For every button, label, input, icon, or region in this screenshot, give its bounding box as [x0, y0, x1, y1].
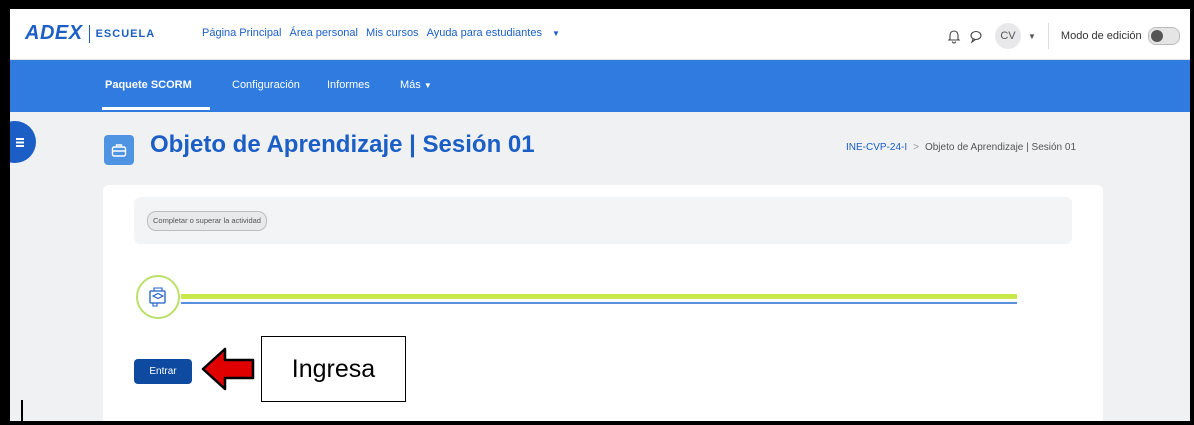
enter-button[interactable]: Entrar — [134, 359, 192, 384]
chevron-down-icon: ▼ — [423, 81, 432, 90]
scorm-package-icon — [136, 275, 180, 319]
top-navbar: ADEX ESCUELA Página Principal Área perso… — [10, 9, 1190, 60]
nav-student-help-label: Ayuda para estudiantes — [426, 27, 542, 39]
edit-mode-label: Modo de edición — [1060, 30, 1142, 42]
chat-icon[interactable] — [967, 27, 985, 45]
nav-student-help[interactable]: Ayuda para estudiantes ▼ — [427, 27, 568, 39]
breadcrumb: INE-CVP-24-I > Objeto de Aprendizaje | Ses… — [846, 142, 1076, 153]
callout-text: Ingresa — [291, 354, 376, 383]
tab-settings[interactable]: Configuración — [232, 79, 300, 91]
bell-icon[interactable] — [945, 27, 963, 45]
progress-line-blue — [181, 302, 1017, 304]
active-tab-indicator — [102, 107, 210, 110]
site-logo[interactable]: ADEX ESCUELA — [25, 22, 155, 45]
edit-mode-toggle[interactable] — [1147, 27, 1180, 45]
toggle-knob — [1150, 30, 1163, 42]
logo-divider — [88, 24, 90, 43]
nav-home[interactable]: Página Principal — [202, 27, 282, 39]
logo-sub: ESCUELA — [95, 27, 156, 40]
menu-icon — [16, 137, 24, 147]
user-avatar[interactable]: CV — [995, 23, 1021, 49]
chevron-down-icon: ▼ — [551, 29, 560, 38]
breadcrumb-current: Objeto de Aprendizaje | Sesión 01 — [924, 142, 1077, 153]
chevron-down-icon[interactable]: ▼ — [1028, 32, 1036, 41]
completion-badge: Completar o superar la actividad — [147, 211, 267, 231]
primary-nav: Página Principal Área personal Mis curso… — [202, 27, 576, 39]
secondary-nav: Paquete SCORM Configuración Informes Más… — [10, 60, 1190, 112]
course-index-drawer-button[interactable] — [10, 121, 36, 163]
text-cursor — [21, 400, 23, 421]
breadcrumb-separator: > — [913, 142, 919, 153]
red-arrow-annotation — [201, 347, 255, 391]
user-menu-area: CV ▼ Modo de edición — [945, 23, 1180, 49]
callout-box: Ingresa — [261, 336, 406, 402]
scorm-module-icon — [104, 135, 134, 165]
nav-personal-area[interactable]: Área personal — [290, 27, 359, 39]
divider — [1047, 23, 1049, 49]
progress-line-green — [181, 294, 1017, 299]
completion-info: Completar o superar la actividad — [134, 197, 1072, 244]
tab-more-label: Más — [400, 79, 421, 91]
browser-viewport: ADEX ESCUELA Página Principal Área perso… — [10, 9, 1190, 421]
page-title: Objeto de Aprendizaje | Sesión 01 — [150, 131, 535, 158]
nav-my-courses[interactable]: Mis cursos — [366, 27, 419, 39]
breadcrumb-course[interactable]: INE-CVP-24-I — [846, 142, 907, 153]
tab-more[interactable]: Más ▼ — [400, 79, 432, 91]
tab-scorm-package[interactable]: Paquete SCORM — [105, 79, 192, 91]
logo-main: ADEX — [25, 22, 83, 44]
tab-reports[interactable]: Informes — [327, 79, 370, 91]
